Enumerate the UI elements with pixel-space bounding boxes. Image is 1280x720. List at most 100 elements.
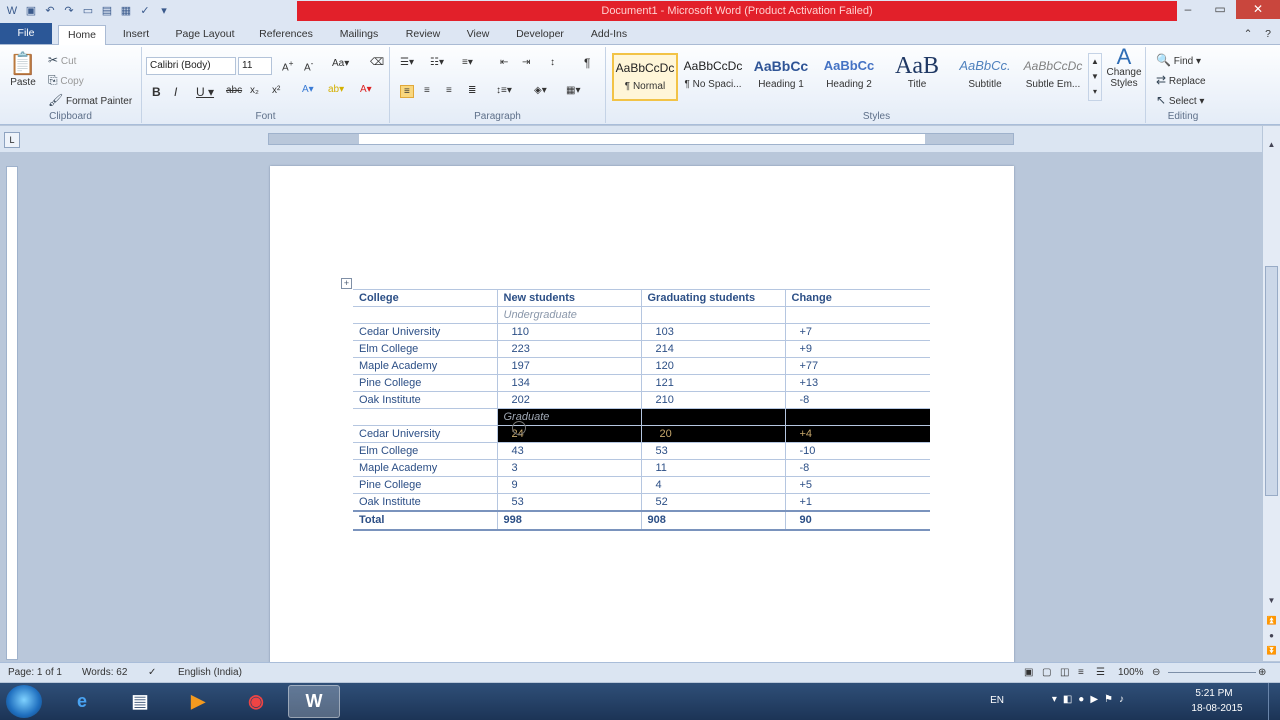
word-count[interactable]: Words: 62 bbox=[82, 667, 127, 678]
browse-object-icon[interactable]: ● bbox=[1263, 631, 1280, 645]
redo-icon[interactable]: ↷ bbox=[61, 2, 77, 19]
zoom-in-icon[interactable]: ⊕ bbox=[1258, 667, 1266, 678]
input-language[interactable]: EN bbox=[990, 695, 1004, 706]
bold-button[interactable]: B bbox=[152, 85, 161, 99]
save-icon[interactable]: ▣ bbox=[23, 2, 39, 19]
table-cell[interactable]: 134 bbox=[497, 374, 642, 392]
total-graduating-students[interactable]: 908 bbox=[641, 509, 786, 531]
tab-view[interactable]: View bbox=[456, 25, 500, 45]
table-cell[interactable]: 4 bbox=[641, 476, 786, 494]
table-cell[interactable]: 3 bbox=[497, 459, 642, 477]
underline-button[interactable]: U ▾ bbox=[196, 85, 214, 99]
clock-time[interactable]: 5:21 PM bbox=[1184, 688, 1244, 699]
change-case-button[interactable]: Aa▾ bbox=[332, 58, 349, 69]
student-table[interactable]: College New students Graduating students… bbox=[353, 289, 930, 531]
table-cell[interactable]: +4 bbox=[785, 425, 930, 443]
table-cell[interactable]: 53 bbox=[641, 442, 786, 460]
table-cell[interactable] bbox=[641, 306, 786, 324]
maximize-button[interactable]: ▭ bbox=[1204, 0, 1236, 19]
zoom-out-icon[interactable]: ⊖ bbox=[1152, 667, 1160, 678]
table-cell[interactable]: +7 bbox=[785, 323, 930, 341]
table-cell[interactable] bbox=[785, 306, 930, 324]
word-icon[interactable]: W bbox=[4, 2, 20, 19]
tab-home[interactable]: Home bbox=[58, 25, 106, 46]
tab-add-ins[interactable]: Add-Ins bbox=[580, 25, 638, 45]
tray-icons[interactable]: ▾◧●▶⚑♪ bbox=[1052, 694, 1130, 705]
clear-formatting-icon[interactable]: ⌫ bbox=[370, 57, 384, 68]
table-cell[interactable] bbox=[641, 408, 786, 426]
proofing-icon[interactable]: ✓ bbox=[148, 667, 156, 678]
italic-button[interactable]: I bbox=[174, 85, 177, 99]
zoom-slider[interactable] bbox=[1168, 672, 1256, 673]
show-desktop-button[interactable] bbox=[1268, 683, 1280, 720]
minimize-button[interactable]: – bbox=[1172, 0, 1204, 19]
table-cell[interactable]: +1 bbox=[785, 493, 930, 511]
bullets-button[interactable]: ☰▾ bbox=[400, 57, 414, 68]
numbering-button[interactable]: ☷▾ bbox=[430, 57, 444, 68]
header-change[interactable]: Change bbox=[785, 289, 930, 307]
replace-button[interactable]: ⇄ Replace bbox=[1156, 73, 1206, 87]
cut-button[interactable]: ✂ Cut bbox=[48, 53, 76, 67]
styles-scroll[interactable]: ▲ ▼ ▾ bbox=[1088, 53, 1102, 101]
grow-font-button[interactable]: A+ bbox=[282, 58, 294, 73]
chrome-icon[interactable]: ◉ bbox=[230, 685, 282, 718]
print-layout-icon[interactable]: ▣ bbox=[1024, 667, 1033, 678]
open-icon[interactable]: ▤ bbox=[99, 2, 115, 19]
table-cell[interactable]: Elm College bbox=[353, 340, 498, 358]
scroll-thumb[interactable] bbox=[1265, 266, 1278, 496]
header-college[interactable]: College bbox=[353, 289, 498, 307]
table-cell[interactable]: Pine College bbox=[353, 476, 498, 494]
customize-qat-icon[interactable]: ▾ bbox=[156, 2, 172, 19]
style-normal[interactable]: AaBbCcDc ¶ Normal bbox=[612, 53, 678, 101]
table-cell[interactable] bbox=[785, 408, 930, 426]
style-subtitle[interactable]: AaBbCc. Subtitle bbox=[952, 53, 1018, 101]
tab-developer[interactable]: Developer bbox=[506, 25, 574, 45]
find-button[interactable]: 🔍 Find ▾ bbox=[1156, 53, 1201, 67]
tab-selector[interactable]: L bbox=[4, 132, 20, 148]
table-cell[interactable]: 214 bbox=[641, 340, 786, 358]
undo-icon[interactable]: ↶ bbox=[42, 2, 58, 19]
multilevel-list-button[interactable]: ≡▾ bbox=[462, 57, 473, 68]
total-change[interactable]: 90 bbox=[785, 509, 930, 531]
table-cell[interactable]: -8 bbox=[785, 459, 930, 477]
table-cell[interactable]: 9 bbox=[497, 476, 642, 494]
help-icon[interactable]: ? bbox=[1260, 25, 1276, 45]
word-taskbar-icon[interactable]: W bbox=[288, 685, 340, 718]
style-heading-1[interactable]: AaBbCc Heading 1 bbox=[748, 53, 814, 101]
table-cell[interactable]: Maple Academy bbox=[353, 357, 498, 375]
show-hide-button[interactable]: ¶ bbox=[584, 56, 590, 70]
text-effects-button[interactable]: A▾ bbox=[302, 84, 314, 95]
table-cell[interactable]: 43 bbox=[497, 442, 642, 460]
zoom-level[interactable]: 100% bbox=[1118, 667, 1144, 678]
strikethrough-button[interactable]: abc bbox=[226, 85, 242, 96]
vertical-scrollbar[interactable]: ▲ ▼ ⏫ ● ⏬ bbox=[1262, 126, 1280, 661]
table-cell[interactable]: 53 bbox=[497, 493, 642, 511]
table-cell[interactable]: +5 bbox=[785, 476, 930, 494]
header-new-students[interactable]: New students bbox=[497, 289, 642, 307]
style-title[interactable]: AaB Title bbox=[884, 53, 950, 101]
table-cell[interactable]: +9 bbox=[785, 340, 930, 358]
tab-references[interactable]: References bbox=[250, 25, 322, 45]
decrease-indent-button[interactable]: ⇤ bbox=[500, 57, 508, 68]
vertical-ruler[interactable] bbox=[6, 166, 18, 660]
table-cell[interactable]: 197 bbox=[497, 357, 642, 375]
close-button[interactable]: ✕ bbox=[1236, 0, 1280, 19]
table-cell[interactable]: 210 bbox=[641, 391, 786, 409]
font-size-combo[interactable]: 11 bbox=[238, 57, 272, 75]
table-cell[interactable]: 11 bbox=[641, 459, 786, 477]
line-spacing-button[interactable]: ↕≡▾ bbox=[496, 85, 512, 96]
start-button[interactable] bbox=[6, 685, 42, 718]
sort-button[interactable]: ↕ bbox=[550, 57, 555, 68]
copy-button[interactable]: ⎘ Copy bbox=[48, 73, 84, 88]
select-button[interactable]: ↖ Select ▾ bbox=[1156, 93, 1204, 107]
scroll-down-icon[interactable]: ▼ bbox=[1263, 596, 1280, 610]
media-player-icon[interactable]: ▶ bbox=[172, 685, 224, 718]
outline-icon[interactable]: ≡ bbox=[1078, 667, 1084, 678]
style-no-spacing[interactable]: AaBbCcDc ¶ No Spaci... bbox=[680, 53, 746, 101]
table-cell[interactable]: 121 bbox=[641, 374, 786, 392]
table-cell[interactable]: Elm College bbox=[353, 442, 498, 460]
table-cell[interactable]: 110 bbox=[497, 323, 642, 341]
table-cell[interactable]: Cedar University bbox=[353, 323, 498, 341]
total-new-students[interactable]: 998 bbox=[497, 509, 642, 531]
table-cell[interactable]: Maple Academy bbox=[353, 459, 498, 477]
